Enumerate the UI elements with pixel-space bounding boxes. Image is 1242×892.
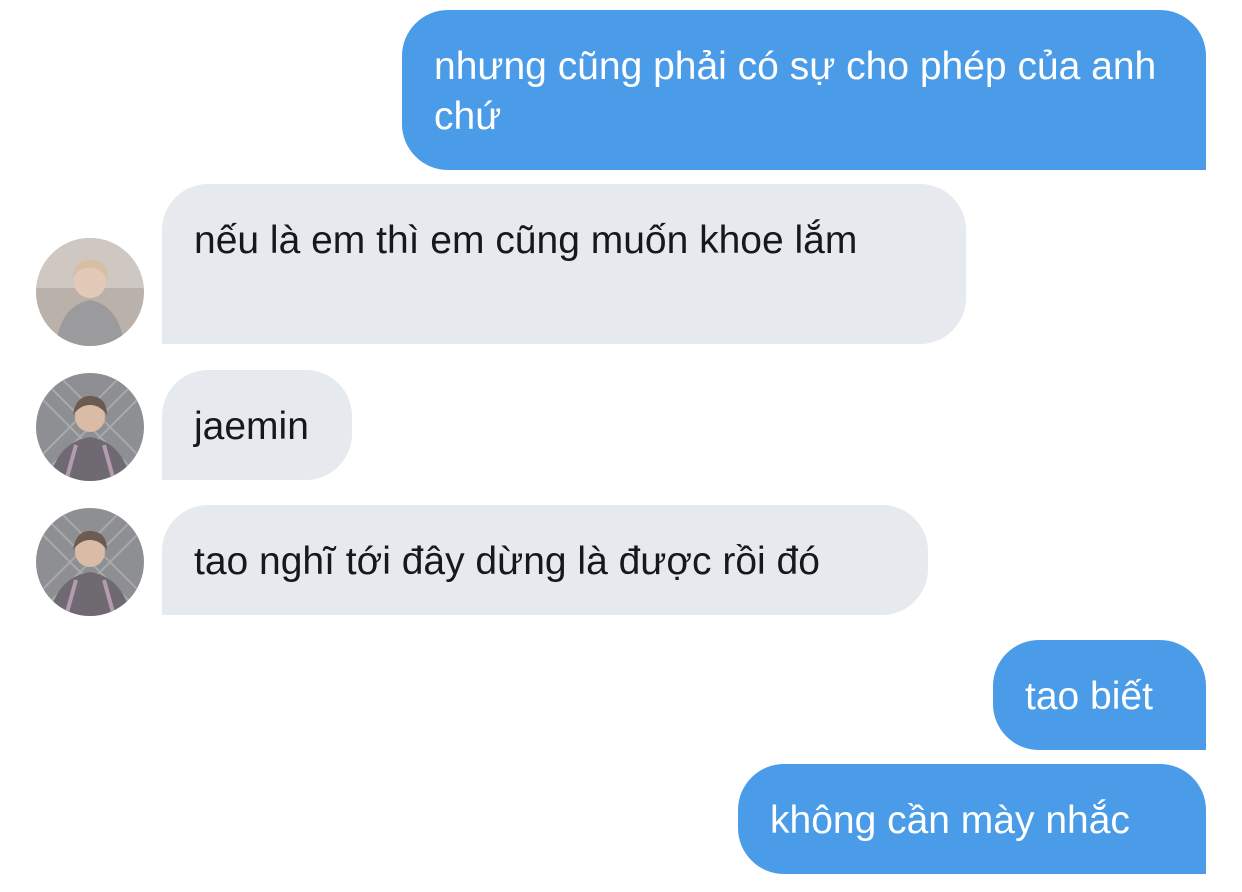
avatar-user-gray-hoodie-icon[interactable] — [36, 238, 144, 346]
message-bubble-sent[interactable]: tao biết — [993, 640, 1206, 750]
message-text: nhưng cũng phải có sự cho phép của anh c… — [434, 45, 1157, 138]
message-text: không cần mày nhắc — [770, 799, 1130, 842]
avatar-user-plaid-jacket-icon[interactable] — [36, 508, 144, 616]
message-text: tao biết — [1025, 675, 1153, 718]
message-text: tao nghĩ tới đây dừng là được rồi đó — [194, 540, 820, 583]
message-bubble-received[interactable]: jaemin — [162, 370, 352, 480]
avatar-user-plaid-jacket-icon[interactable] — [36, 373, 144, 481]
message-bubble-received[interactable]: tao nghĩ tới đây dừng là được rồi đó — [162, 505, 928, 615]
message-bubble-sent[interactable]: nhưng cũng phải có sự cho phép của anh c… — [402, 10, 1206, 170]
message-bubble-received[interactable]: nếu là em thì em cũng muốn khoe lắm — [162, 184, 966, 344]
message-text: jaemin — [194, 405, 309, 448]
message-text: nếu là em thì em cũng muốn khoe lắm — [194, 219, 858, 262]
message-bubble-sent[interactable]: không cần mày nhắc — [738, 764, 1206, 874]
chat-thread: nhưng cũng phải có sự cho phép của anh c… — [0, 0, 1242, 892]
